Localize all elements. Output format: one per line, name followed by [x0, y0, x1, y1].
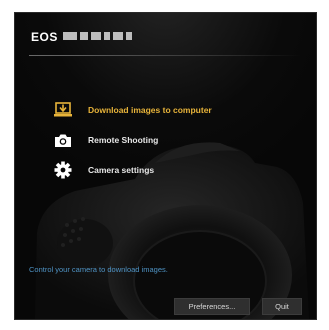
- model-name-masked: [63, 32, 133, 40]
- menu-item-download[interactable]: Download images to computer: [53, 95, 212, 125]
- gear-icon: [53, 160, 73, 180]
- brand-title: EOS: [31, 30, 58, 44]
- menu-item-remote-shooting[interactable]: Remote Shooting: [53, 125, 212, 155]
- preferences-button[interactable]: Preferences...: [174, 298, 250, 315]
- menu-item-camera-settings[interactable]: Camera settings: [53, 155, 212, 185]
- camera-icon: [53, 130, 73, 150]
- menu-item-label: Download images to computer: [88, 105, 212, 115]
- main-menu: Download images to computer Remote Shoot…: [53, 95, 212, 185]
- app-window: EOS Download images to computer Remote S…: [14, 12, 317, 320]
- menu-item-label: Camera settings: [88, 165, 155, 175]
- download-to-computer-icon: [53, 100, 73, 120]
- header-divider: [29, 55, 301, 56]
- status-hint: Control your camera to download images.: [29, 265, 168, 274]
- quit-button[interactable]: Quit: [262, 298, 302, 315]
- menu-item-label: Remote Shooting: [88, 135, 159, 145]
